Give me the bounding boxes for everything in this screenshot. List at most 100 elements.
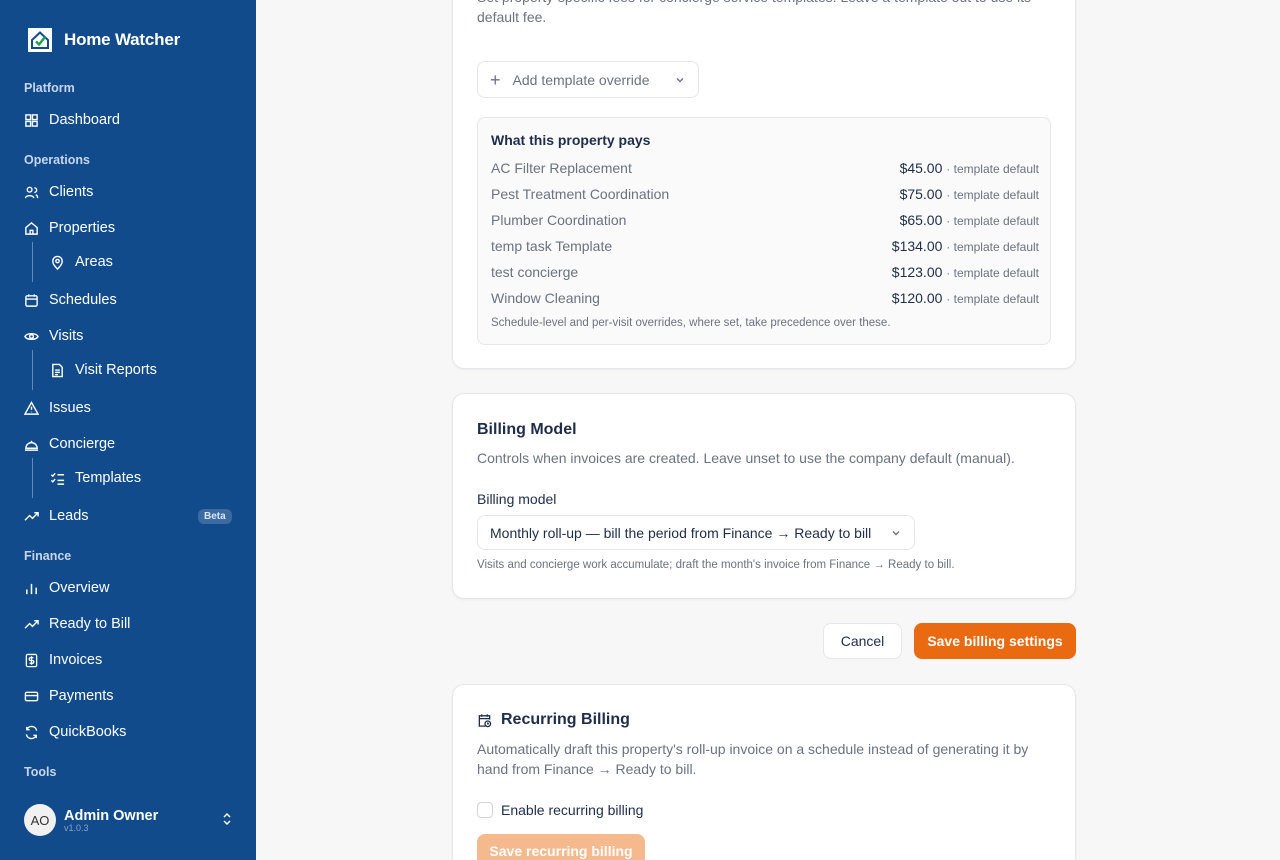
nav-clients[interactable]: Clients <box>24 181 93 203</box>
fee-row-tag: · template default <box>946 188 1039 202</box>
nav-visits-label: Visits <box>49 328 84 344</box>
billing-model-help: Visits and concierge work accumulate; dr… <box>477 559 955 571</box>
chevrons-up-down-icon <box>223 812 231 826</box>
nav-templates[interactable]: Templates <box>50 467 141 489</box>
fee-row-name: Window Cleaning <box>491 290 600 306</box>
nav-visit-reports[interactable]: Visit Reports <box>50 359 157 381</box>
nav-leads-label: Leads <box>49 508 89 524</box>
fee-row-name: Plumber Coordination <box>491 212 627 228</box>
recurring-billing-card: Recurring Billing Automatically draft th… <box>452 684 1076 860</box>
user-name: Admin Owner <box>64 807 159 824</box>
nav-clients-label: Clients <box>49 184 94 200</box>
nav-ready-to-bill-label: Ready to Bill <box>49 616 131 632</box>
nav-invoices-label: Invoices <box>49 652 103 668</box>
nav-properties-label: Properties <box>49 220 116 236</box>
nav-payments[interactable]: Payments <box>24 685 113 707</box>
billing-model-title: Billing Model <box>477 421 577 438</box>
property-pays-summary: What this property pays AC Filter Replac… <box>477 117 1051 345</box>
sidebar: Home Watcher Platform Dashboard Operatio… <box>0 0 256 860</box>
template-fees-card: Set property-specific fees for concierge… <box>452 0 1076 369</box>
cancel-button[interactable]: Cancel <box>823 623 902 659</box>
recurring-billing-description: Automatically draft this property's roll… <box>477 741 1029 777</box>
map-pin-icon <box>52 255 63 270</box>
trending-up-icon <box>24 511 39 521</box>
credit-card-icon <box>24 691 39 701</box>
enable-recurring-billing-label[interactable]: Enable recurring billing <box>501 802 643 818</box>
fee-row-amount: $120.00 <box>891 290 943 306</box>
file-text-icon <box>52 363 63 377</box>
nav-quickbooks[interactable]: QuickBooks <box>24 721 126 743</box>
nav-payments-label: Payments <box>49 688 114 704</box>
save-recurring-billing-button[interactable]: Save recurring billing <box>477 834 645 860</box>
nav-schedules-label: Schedules <box>49 292 117 308</box>
billing-model-card: Billing Model Controls when invoices are… <box>452 393 1076 599</box>
fee-row: AC Filter Replacement $45.00 · template … <box>491 160 1039 176</box>
fee-row-name: AC Filter Replacement <box>491 160 632 176</box>
avatar: AO <box>24 804 56 836</box>
calendar-clock-icon <box>478 713 492 727</box>
chevron-down-icon <box>892 530 900 535</box>
fee-row-amount: $134.00 <box>891 238 943 254</box>
nav-dashboard-label: Dashboard <box>49 112 120 128</box>
nav-schedules[interactable]: Schedules <box>24 289 117 311</box>
list-checks-icon <box>50 472 65 485</box>
billing-model-selected-value: Monthly roll-up — bill the period from F… <box>490 524 872 541</box>
fee-row-amount: $123.00 <box>891 264 943 280</box>
section-tools: Tools <box>24 765 57 779</box>
billing-model-label: Billing model <box>477 491 557 507</box>
section-finance: Finance <box>24 549 72 563</box>
recurring-billing-heading: Recurring Billing <box>477 711 630 729</box>
grid-icon <box>25 113 38 127</box>
enable-recurring-billing-row[interactable]: Enable recurring billing <box>477 802 643 818</box>
fee-row-tag: · template default <box>946 292 1039 306</box>
brand[interactable]: Home Watcher <box>28 28 180 52</box>
tree-line-visits <box>32 350 33 390</box>
fee-row: test concierge $123.00 · template defaul… <box>491 264 1039 280</box>
alert-triangle-icon <box>24 400 39 415</box>
nav-ready-to-bill[interactable]: Ready to Bill <box>24 613 130 635</box>
receipt-dollar-icon <box>25 653 38 667</box>
nav-overview-label: Overview <box>49 580 110 596</box>
nav-invoices[interactable]: Invoices <box>24 649 102 671</box>
nav-leads[interactable]: Leads <box>24 505 89 527</box>
nav-properties[interactable]: Properties <box>24 217 115 239</box>
pays-title: What this property pays <box>491 132 651 148</box>
calendar-icon <box>25 293 38 307</box>
fee-row-name: temp task Template <box>491 238 613 254</box>
fee-row-name: test concierge <box>491 264 579 280</box>
tree-line-properties <box>32 242 33 282</box>
nav-overview[interactable]: Overview <box>24 577 109 599</box>
app-version: v1.0.3 <box>64 822 89 833</box>
home-icon <box>25 221 38 235</box>
nav-visits[interactable]: Visits <box>24 325 83 347</box>
section-operations: Operations <box>24 153 90 167</box>
billing-model-select[interactable]: Monthly roll-up — bill the period from F… <box>477 515 915 550</box>
fee-row-amount: $75.00 <box>899 186 943 202</box>
add-template-override-button[interactable]: + Add template override <box>477 61 699 98</box>
template-fees-description: Set property-specific fees for concierge… <box>477 0 1031 25</box>
enable-recurring-billing-checkbox[interactable] <box>477 802 493 818</box>
fee-row-name: Pest Treatment Coordination <box>491 186 670 202</box>
nav-templates-label: Templates <box>75 470 142 486</box>
nav-areas-label: Areas <box>75 254 113 270</box>
eye-icon <box>24 332 39 340</box>
nav-areas[interactable]: Areas <box>50 251 113 273</box>
plus-icon: + <box>490 69 501 90</box>
nav-quickbooks-label: QuickBooks <box>49 724 127 740</box>
add-template-override-label: Add template override <box>512 71 650 88</box>
nav-issues-label: Issues <box>49 400 91 416</box>
nav-concierge-label: Concierge <box>49 436 116 452</box>
fee-row: temp task Template $134.00 · template de… <box>491 238 1039 254</box>
nav-visit-reports-label: Visit Reports <box>75 362 157 378</box>
fee-row: Window Cleaning $120.00 · template defau… <box>491 290 1039 306</box>
fee-row: Plumber Coordination $65.00 · template d… <box>491 212 1039 228</box>
nav-concierge[interactable]: Concierge <box>24 433 115 455</box>
user-menu[interactable]: AO Admin Owner v1.0.3 <box>24 804 234 836</box>
fee-row-tag: · template default <box>946 266 1039 280</box>
section-platform: Platform <box>24 81 75 95</box>
nav-issues[interactable]: Issues <box>24 397 91 419</box>
fee-row-amount: $45.00 <box>899 160 943 176</box>
users-icon <box>24 186 39 198</box>
save-billing-settings-button[interactable]: Save billing settings <box>914 623 1076 659</box>
nav-dashboard[interactable]: Dashboard <box>24 109 120 131</box>
